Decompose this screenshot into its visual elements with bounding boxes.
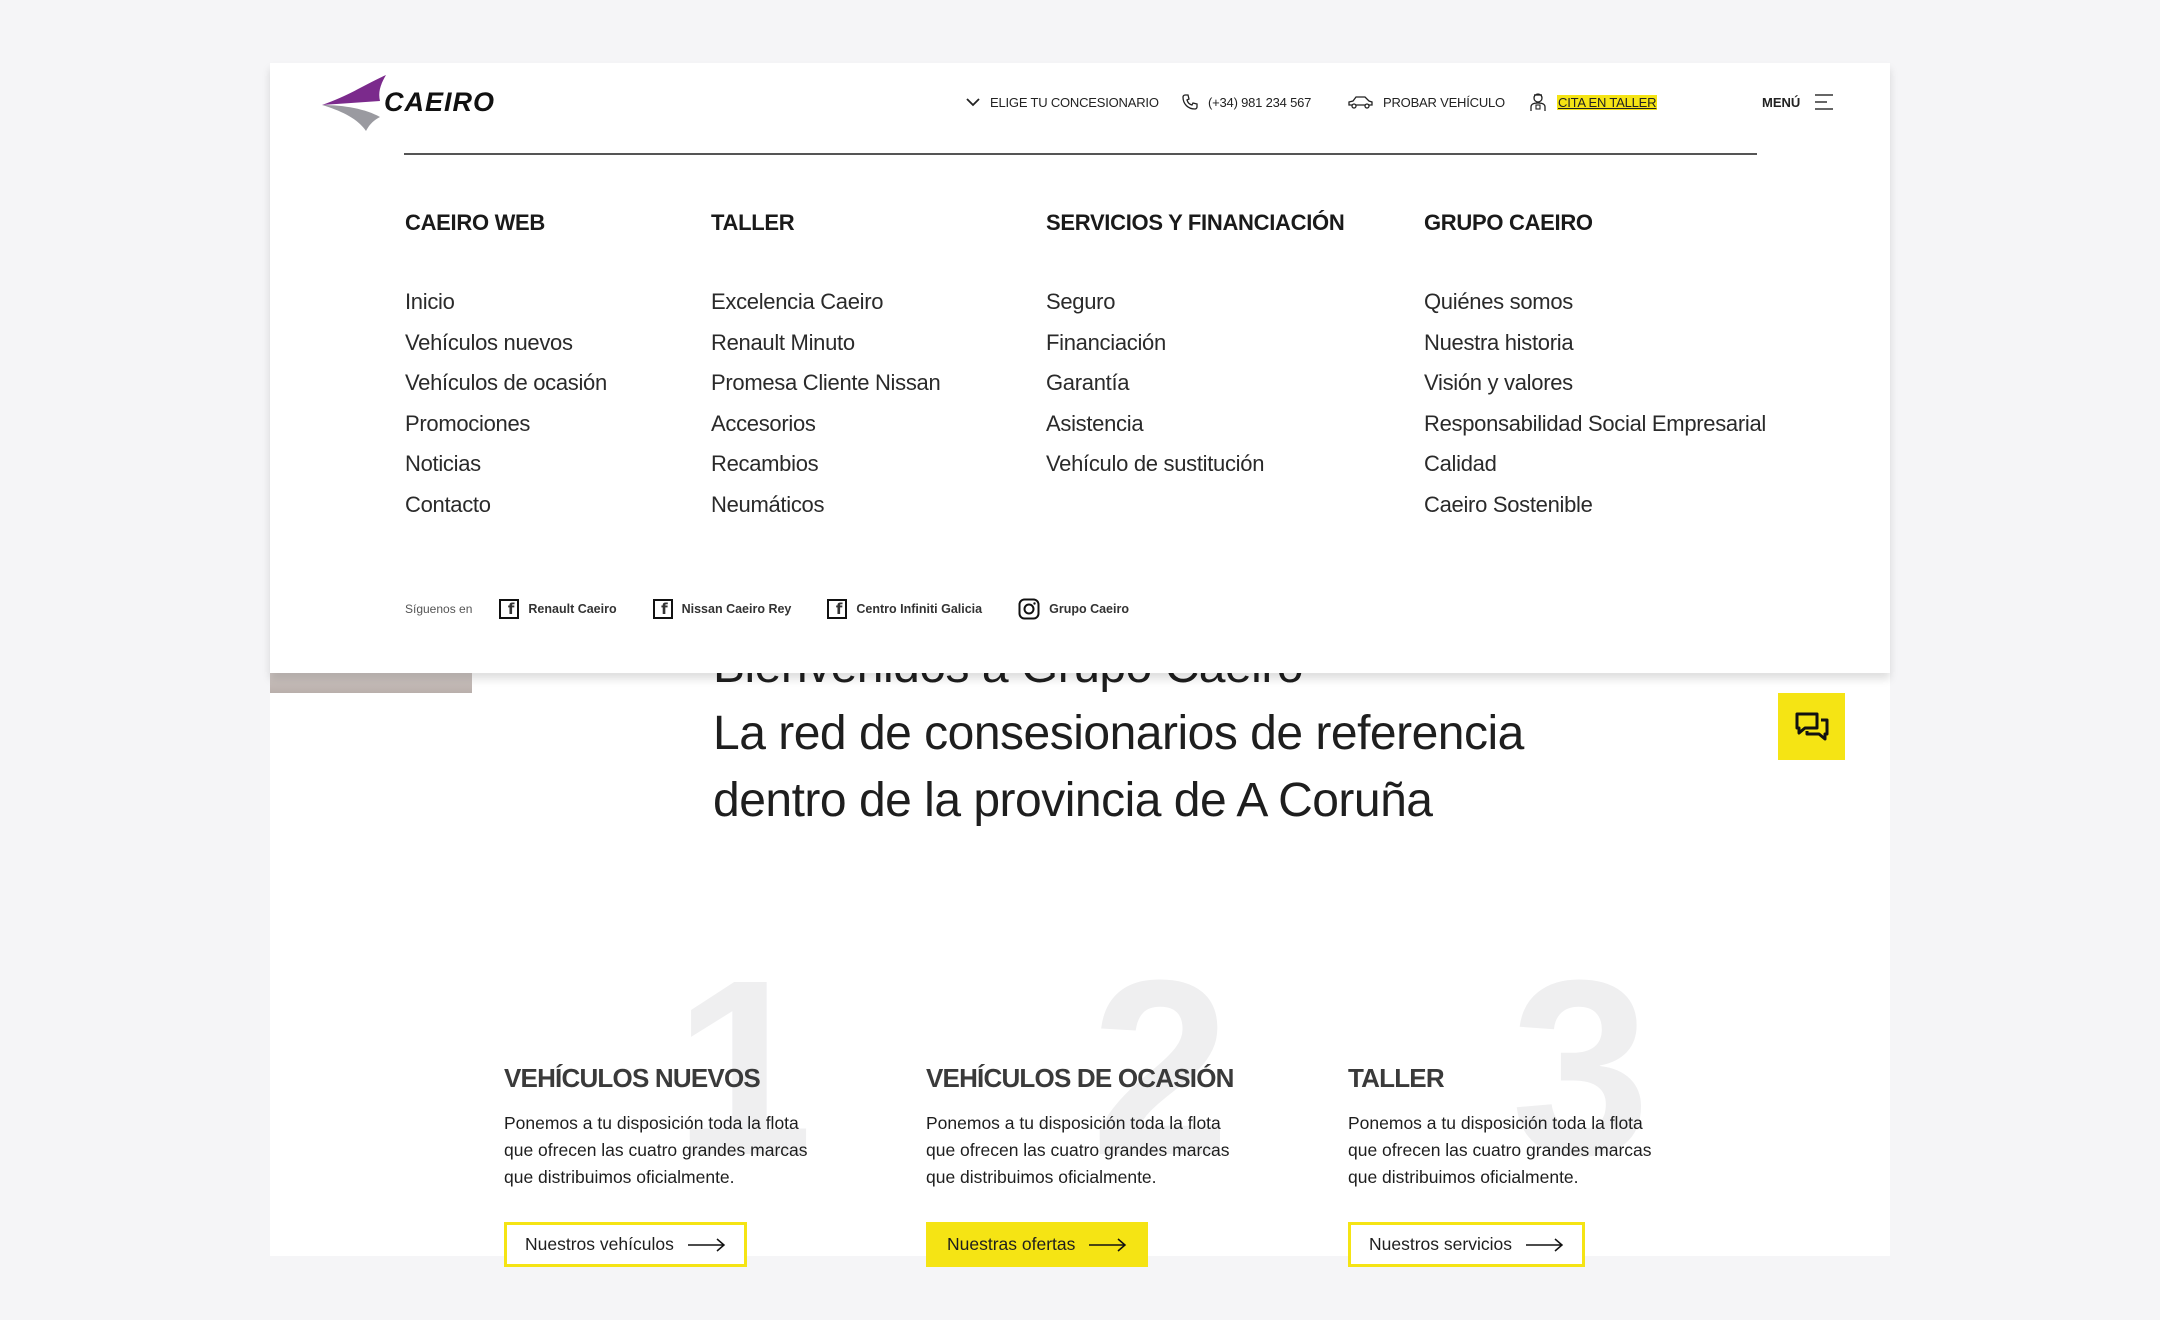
button-label: Nuestras ofertas	[947, 1234, 1076, 1254]
menu-list: Excelencia Caeiro Renault Minuto Promesa…	[711, 282, 941, 526]
phone-icon	[1182, 94, 1198, 110]
instagram-icon	[1018, 598, 1040, 620]
menu-item-financiacion[interactable]: Financiación	[1046, 323, 1166, 364]
menu-item-rse[interactable]: Responsabilidad Social Empresarial	[1424, 404, 1766, 445]
feature-text: Ponemos a tu disposición toda la flota q…	[504, 1113, 808, 1187]
menu-column-title: GRUPO CAEIRO	[1424, 210, 1593, 235]
menu-column-taller: TALLER Excelencia Caeiro Renault Minuto …	[711, 210, 941, 526]
feature-text: Ponemos a tu disposición toda la flota q…	[926, 1113, 1230, 1187]
workshop-appointment-label: CITA EN TALLER	[1557, 94, 1658, 110]
feature-used-vehicles: 2 VEHÍCULOS DE OCASIÓN Ponemos a tu disp…	[926, 943, 1286, 1273]
social-label: Síguenos en	[405, 602, 473, 616]
menu-list: Inicio Vehículos nuevos Vehículos de oca…	[405, 282, 607, 525]
mechanic-icon	[1530, 93, 1546, 111]
menu-item-noticias[interactable]: Noticias	[405, 444, 607, 485]
menu-column-grupo-caeiro: GRUPO CAEIRO Quiénes somos Nuestra histo…	[1424, 210, 1766, 525]
menu-item-asistencia[interactable]: Asistencia	[1046, 404, 1344, 445]
our-vehicles-button[interactable]: Nuestros vehículos	[504, 1222, 747, 1267]
phone-label: (+34) 981 234 567	[1208, 94, 1312, 110]
feature-title: TALLER	[1348, 1063, 1445, 1093]
arrow-right-icon	[1525, 1237, 1564, 1252]
menu-item-calidad[interactable]: Calidad	[1424, 444, 1766, 485]
arrow-right-icon	[1089, 1237, 1127, 1252]
menu-list: Quiénes somos Nuestra historia Visión y …	[1424, 282, 1766, 525]
menu-item-seguro[interactable]: Seguro	[1046, 282, 1344, 323]
menu-item-vehiculos-nuevos[interactable]: Vehículos nuevos	[405, 323, 607, 364]
menu-toggle-button[interactable]: MENÚ	[1762, 87, 1834, 117]
social-link-infiniti[interactable]: f Centro Infiniti Galicia	[827, 599, 982, 619]
menu-item-vehiculo-sustitucion[interactable]: Vehículo de sustitución	[1046, 444, 1344, 485]
feature-title: VEHÍCULOS NUEVOS	[504, 1063, 761, 1093]
hero-line-3: dentro de la provincia de A Coruña	[713, 774, 1433, 827]
menu-item-nuestra-historia[interactable]: Nuestra historia	[1424, 323, 1766, 364]
social-link-label: Nissan Caeiro Rey	[681, 602, 792, 616]
button-label: Nuestros servicios	[1369, 1234, 1512, 1254]
social-link-nissan[interactable]: f Nissan Caeiro Rey	[652, 599, 792, 619]
facebook-icon: f	[652, 599, 673, 619]
menu-column-title: TALLER	[711, 210, 795, 235]
car-icon	[1348, 96, 1373, 109]
menu-item-quienes-somos[interactable]: Quiénes somos	[1424, 282, 1766, 323]
menu-item-vehiculos-ocasion[interactable]: Vehículos de ocasión	[405, 363, 607, 404]
menu-item-promociones[interactable]: Promociones	[405, 404, 607, 445]
top-nav: ELIGE TU CONCESIONARIO (+34) 981 234 567…	[270, 87, 1890, 117]
social-links: Síguenos en f Renault Caeiro f Nissan Ca…	[405, 596, 1165, 622]
menu-column-title: CAEIRO WEB	[405, 210, 546, 235]
menu-item-renault-minuto[interactable]: Renault Minuto	[711, 323, 940, 364]
chat-icon	[1795, 712, 1828, 740]
social-link-label: Renault Caeiro	[528, 602, 617, 616]
menu-column-caeiro-web: CAEIRO WEB Inicio Vehículos nuevos Vehíc…	[405, 210, 607, 525]
menu-divider	[404, 153, 1757, 155]
menu-item-contacto[interactable]: Contacto	[405, 485, 607, 526]
dealer-selector-label: ELIGE TU CONCESIONARIO	[990, 94, 1159, 110]
menu-item-promesa-nissan[interactable]: Promesa Cliente Nissan	[711, 363, 941, 404]
social-link-grupo[interactable]: Grupo Caeiro	[1018, 598, 1129, 620]
menu-item-recambios[interactable]: Recambios	[711, 444, 940, 485]
our-offers-button[interactable]: Nuestras ofertas	[926, 1222, 1149, 1267]
social-link-renault[interactable]: f Renault Caeiro	[499, 599, 617, 619]
menu-item-garantia[interactable]: Garantía	[1046, 363, 1344, 404]
hero-line-2: La red de consesionarios de referencia	[713, 707, 1524, 760]
arrow-right-icon	[687, 1237, 725, 1252]
feature-workshop: 3 TALLER Ponemos a tu disposición toda l…	[1348, 943, 1708, 1273]
mega-menu: CAEIRO ELIGE TU CONCESIONARIO (+34) 981 …	[270, 63, 1890, 673]
social-link-label: Grupo Caeiro	[1049, 602, 1129, 616]
chat-button[interactable]	[1778, 693, 1845, 760]
chevron-down-icon	[966, 98, 980, 107]
page-card: Bienvenidos a Grupo Caeiro La red de con…	[270, 63, 1890, 1267]
menu-list: Seguro Financiación Garantía Asistencia …	[1046, 282, 1344, 485]
menu-column-servicios: SERVICIOS Y FINANCIACIÓN Seguro Financia…	[1046, 210, 1345, 485]
dealer-selector[interactable]: ELIGE TU CONCESIONARIO	[966, 87, 1159, 117]
button-label: Nuestros vehículos	[525, 1234, 674, 1254]
phone-link[interactable]: (+34) 981 234 567	[1182, 87, 1311, 117]
menu-item-excelencia-caeiro[interactable]: Excelencia Caeiro	[711, 282, 940, 323]
feature-new-vehicles: 1 VEHÍCULOS NUEVOS Ponemos a tu disposic…	[504, 943, 864, 1273]
feature-text: Ponemos a tu disposición toda la flota q…	[1348, 1113, 1652, 1187]
menu-item-caeiro-sostenible[interactable]: Caeiro Sostenible	[1424, 485, 1766, 526]
test-drive-link[interactable]: PROBAR VEHÍCULO	[1347, 87, 1505, 117]
facebook-icon: f	[827, 599, 848, 619]
hamburger-icon	[1815, 94, 1834, 110]
test-drive-label: PROBAR VEHÍCULO	[1383, 94, 1505, 110]
menu-column-title: SERVICIOS Y FINANCIACIÓN	[1046, 210, 1345, 235]
our-services-button[interactable]: Nuestros servicios	[1348, 1222, 1585, 1267]
menu-item-vision-valores[interactable]: Visión y valores	[1424, 363, 1766, 404]
menu-item-accesorios[interactable]: Accesorios	[711, 404, 940, 445]
workshop-appointment-link[interactable]: CITA EN TALLER	[1529, 87, 1658, 117]
menu-label: MENÚ	[1762, 94, 1801, 110]
facebook-icon: f	[499, 599, 520, 619]
feature-title: VEHÍCULOS DE OCASIÓN	[926, 1063, 1234, 1093]
menu-item-neumaticos[interactable]: Neumáticos	[711, 485, 940, 526]
menu-item-inicio[interactable]: Inicio	[405, 282, 607, 323]
social-link-label: Centro Infiniti Galicia	[856, 602, 983, 616]
